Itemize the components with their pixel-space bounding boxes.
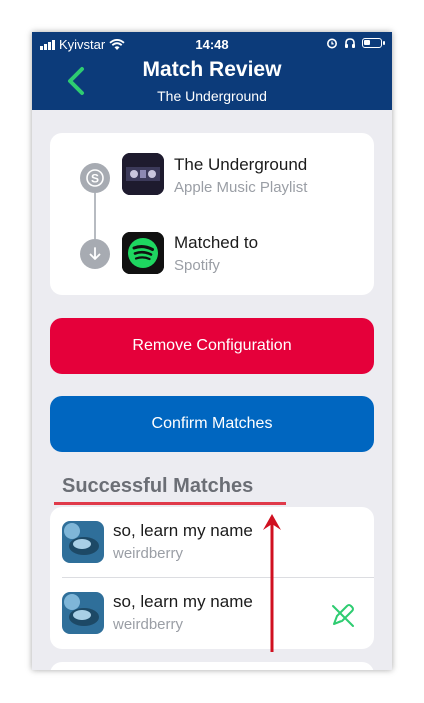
playlist-artwork <box>122 153 164 195</box>
alarm-icon <box>327 38 337 49</box>
track-title: so, learn my name <box>113 592 253 611</box>
header: Kyivstar 14:48 Match Review The Undergro… <box>32 32 392 110</box>
svg-text:S: S <box>91 172 99 186</box>
battery-icon <box>362 38 385 48</box>
list-item[interactable]: so, learn my name weirdberry <box>50 507 374 578</box>
destination-title: Matched to <box>174 233 259 252</box>
destination-subtitle: Spotify <box>174 257 220 274</box>
arrow-down-icon <box>80 239 110 269</box>
section-title: Successful Matches <box>62 475 254 497</box>
annotation-arrow-icon <box>263 514 281 652</box>
annotation-underline <box>54 502 286 505</box>
source-title: The Underground <box>174 155 308 174</box>
connector-line <box>94 193 96 239</box>
list-item[interactable]: so, learn my name weirdberry <box>50 578 374 649</box>
remove-configuration-button[interactable]: Remove Configuration <box>50 318 374 374</box>
spotify-logo <box>122 232 164 274</box>
sync-source-icon: S <box>80 163 110 193</box>
headphones-icon <box>345 38 355 48</box>
track-artwork <box>62 521 104 563</box>
next-card <box>50 662 374 670</box>
track-title: so, learn my name <box>113 521 253 540</box>
track-artist: weirdberry <box>113 616 184 633</box>
page-title: Match Review <box>142 58 282 81</box>
source-destination-card: S The Underground Apple Music Playlist M… <box>50 133 374 295</box>
page-subtitle: The Underground <box>157 88 267 104</box>
track-artwork <box>62 592 104 634</box>
phone-screen: Kyivstar 14:48 Match Review The Undergro… <box>32 32 392 670</box>
track-artist: weirdberry <box>113 545 184 562</box>
status-bar: Kyivstar 14:48 <box>32 32 392 56</box>
edit-link-icon[interactable] <box>330 602 356 628</box>
confirm-matches-button[interactable]: Confirm Matches <box>50 396 374 452</box>
source-subtitle: Apple Music Playlist <box>174 179 308 196</box>
matches-list: so, learn my name weirdberry so, learn m… <box>50 507 374 649</box>
